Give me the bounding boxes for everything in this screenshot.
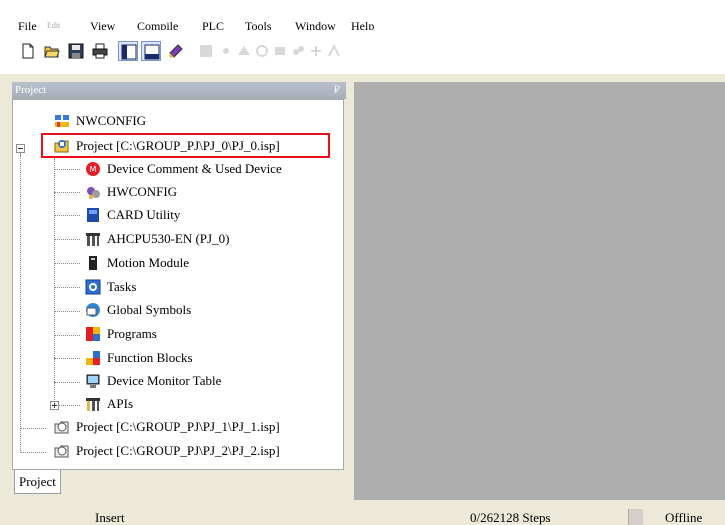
open-folder-icon[interactable] [42, 41, 62, 61]
status-separator [628, 509, 643, 525]
status-mode: Insert [95, 510, 125, 525]
svg-text:M: M [90, 165, 97, 174]
device-comment-label: Device Comment & Used Device [107, 161, 282, 176]
nwconfig-label: NWCONFIG [76, 113, 147, 128]
project0-collapse-toggle[interactable] [16, 144, 25, 153]
status-connection: Offline [665, 510, 703, 525]
print-icon[interactable] [90, 41, 110, 61]
device-monitor-table-label: Device Monitor Table [107, 373, 222, 388]
project2-label: Project [C:\GROUP_PJ\PJ_2\PJ_2.isp] [76, 443, 280, 458]
toolbar [0, 30, 725, 74]
highlight-box [41, 133, 330, 158]
status-steps: 0/262128 Steps [470, 510, 551, 525]
card-utility-label: CARD Utility [107, 207, 181, 222]
global-symbols-icon [86, 303, 100, 317]
disabled-icon-4 [252, 41, 272, 61]
menu-edit-label: Edit [47, 21, 61, 30]
menu-bar: File Edit View Compile PLC Tools Window … [0, 0, 725, 33]
card-utility-icon [87, 208, 99, 222]
project-icon [54, 445, 69, 458]
cpu-label: AHCPU530-EN (PJ_0) [107, 231, 230, 246]
global-symbols-label: Global Symbols [107, 302, 192, 317]
pin-icon[interactable]: ₽ [334, 82, 340, 99]
disabled-icon-3 [234, 41, 254, 61]
disabled-icon-6 [288, 41, 308, 61]
apis-label: APIs [107, 396, 134, 411]
motion-module-icon [89, 256, 97, 270]
panel-tab-strip: Project [12, 470, 346, 500]
tab-project[interactable]: Project [14, 470, 61, 494]
device-icon[interactable] [166, 41, 186, 61]
project-panel-icon[interactable] [118, 41, 138, 61]
hwconfig-label: HWCONFIG [107, 184, 178, 199]
tasks-icon [85, 279, 101, 295]
hwconfig-icon [87, 187, 100, 199]
disabled-icon-2 [216, 41, 236, 61]
project-icon [54, 421, 69, 434]
output-window-icon[interactable] [141, 41, 161, 61]
disabled-icon-5 [270, 41, 290, 61]
new-file-icon[interactable] [18, 41, 38, 61]
disabled-icon-7 [306, 41, 326, 61]
function-blocks-icon [86, 351, 100, 365]
project-panel-title: Project [15, 84, 47, 96]
save-icon[interactable] [66, 41, 86, 61]
workspace-area [354, 82, 725, 500]
programs-icon [86, 327, 100, 341]
function-blocks-label: Function Blocks [107, 350, 193, 365]
status-bar: Insert 0/262128 Steps Offline [0, 505, 725, 525]
apis-icon [86, 398, 100, 411]
nwconfig-icon [55, 115, 69, 127]
apis-expand-toggle[interactable] [50, 401, 59, 410]
cpu-icon [86, 233, 100, 246]
tasks-label: Tasks [107, 279, 137, 294]
project1-label: Project [C:\GROUP_PJ\PJ_1\PJ_1.isp] [76, 419, 280, 434]
project-panel-header: Project ₽ [12, 82, 346, 99]
programs-label: Programs [107, 326, 157, 341]
device-monitor-table-icon [86, 374, 100, 388]
disabled-icon-8 [324, 41, 344, 61]
application-window: File Edit View Compile PLC Tools Window … [0, 0, 725, 525]
motion-module-label: Motion Module [107, 255, 189, 270]
panel-splitter[interactable] [346, 82, 354, 500]
device-comment-icon: M [86, 162, 100, 176]
disabled-icon-1 [196, 41, 216, 61]
